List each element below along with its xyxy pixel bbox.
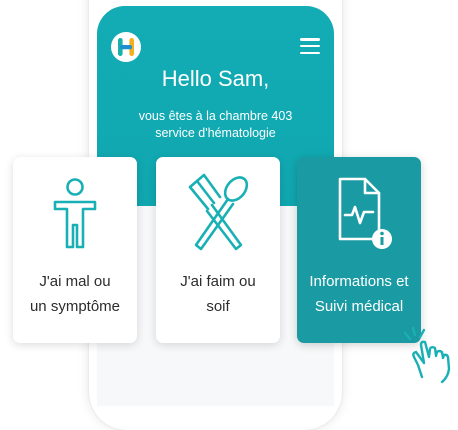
card-hunger-label: J'ai faim ou soif xyxy=(180,273,256,315)
person-body-icon xyxy=(53,178,97,249)
greeting-title: Hello Sam, xyxy=(161,66,270,91)
app-logo[interactable] xyxy=(111,32,141,62)
card-medical-info[interactable]: Informations et Suivi médical xyxy=(297,157,421,343)
service-line: service d'hématologie xyxy=(155,126,276,140)
fork-spoon-icon xyxy=(188,173,249,251)
card-symptom[interactable]: J'ai mal ou un symptôme xyxy=(13,157,137,343)
tap-hand-icon xyxy=(403,326,451,384)
logo-h-icon xyxy=(118,38,134,56)
room-info: vous êtes à la chambre 403 service d'hém… xyxy=(97,108,334,142)
card-symptom-label: J'ai mal ou un symptôme xyxy=(29,273,121,315)
room-line: vous êtes à la chambre 403 xyxy=(138,109,293,123)
medical-document-info-icon xyxy=(338,177,392,249)
card-hunger[interactable]: J'ai faim ou soif xyxy=(156,157,280,343)
card-medical-info-label: Informations et Suivi médical xyxy=(309,273,409,315)
hamburger-menu-icon[interactable] xyxy=(300,38,320,55)
